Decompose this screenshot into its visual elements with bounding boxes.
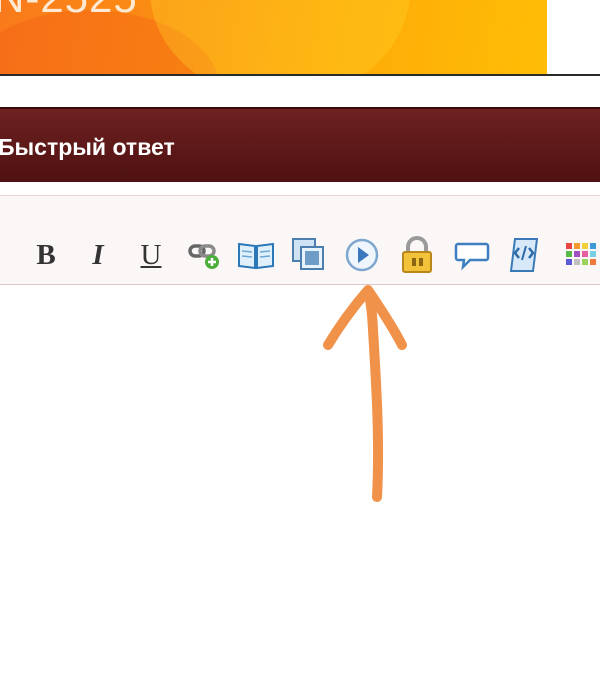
banner-decoration: [150, 0, 410, 74]
video-play-icon: [345, 238, 379, 272]
site-banner: N-2525: [0, 0, 547, 74]
insert-image-button[interactable]: [290, 236, 328, 274]
speech-bubble-icon: [454, 242, 490, 271]
quick-reply-title: Быстрый ответ: [0, 134, 175, 160]
lock-icon: [402, 236, 432, 273]
code-document-icon: [509, 238, 539, 272]
insert-spoiler-button[interactable]: [453, 236, 491, 274]
quick-reply-header: Быстрый ответ: [0, 107, 600, 182]
bold-button[interactable]: B: [27, 236, 65, 274]
underline-button[interactable]: U: [132, 236, 170, 274]
banner-text: N-2525: [0, 0, 138, 22]
insert-video-button[interactable]: [343, 236, 381, 274]
font-size-icon: [0, 240, 12, 270]
insert-quote-button[interactable]: [237, 236, 275, 274]
book-icon: [238, 242, 274, 270]
font-size-button[interactable]: [0, 236, 12, 274]
insert-link-button[interactable]: [186, 236, 224, 274]
italic-button[interactable]: I: [79, 236, 117, 274]
reply-editor: B I U: [0, 195, 600, 693]
banner-divider: [0, 74, 600, 76]
insert-hidden-button[interactable]: [398, 236, 436, 274]
image-icon: [292, 238, 324, 270]
color-palette-icon: [566, 243, 596, 265]
editor-toolbar: B I U: [0, 195, 600, 285]
text-color-button[interactable]: [562, 236, 600, 274]
link-icon: [188, 244, 219, 269]
reply-text-area[interactable]: [0, 286, 600, 693]
insert-code-button[interactable]: [506, 236, 544, 274]
